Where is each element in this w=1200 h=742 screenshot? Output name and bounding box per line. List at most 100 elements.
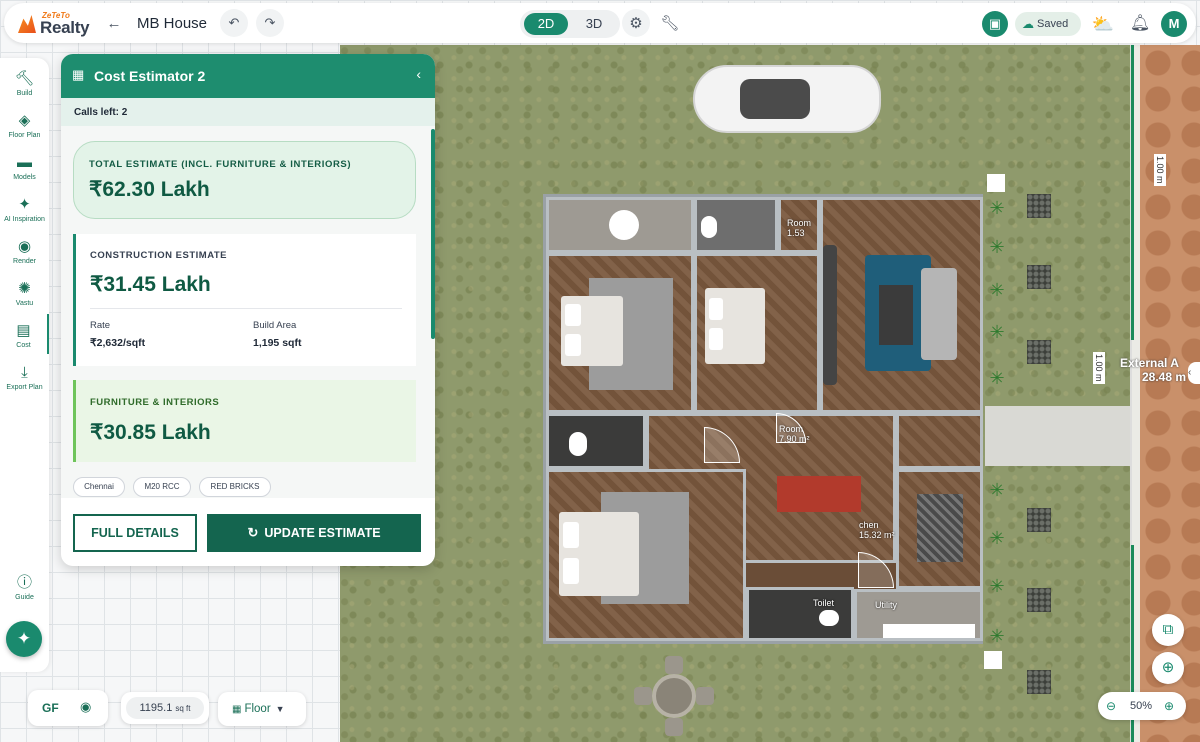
table-top [652, 674, 696, 718]
furniture-interiors-card: FURNITURE & INTERIORS ₹30.85 Lakh [73, 380, 416, 462]
pillow [709, 298, 723, 320]
chair [696, 687, 714, 705]
sparkle-icon: ✦ [18, 196, 31, 213]
total-estimate-label: TOTAL ESTIMATE (INCL. FURNITURE & INTERI… [89, 159, 352, 170]
pillow [563, 522, 579, 548]
shrub-icon[interactable]: ✳ [987, 198, 1007, 218]
toilet-bottom[interactable]: Toilet [746, 587, 854, 641]
shrub-icon[interactable]: ✳ [987, 237, 1007, 257]
full-details-button[interactable]: FULL DETAILS [73, 514, 197, 552]
sidebar-item-export-plan[interactable]: ⤓ Export Plan [0, 356, 49, 396]
back-button[interactable]: ← [100, 9, 128, 37]
shrub-icon[interactable]: ✳ [987, 322, 1007, 342]
zoom-in-icon: ⊕ [1164, 699, 1175, 713]
sidebar-item-models[interactable]: ▬ Models [0, 146, 49, 186]
toilet-fixture [569, 432, 587, 456]
redo-icon: ↷ [264, 15, 276, 30]
shrub-icon[interactable]: ✳ [987, 576, 1007, 596]
undo-button[interactable]: ↶ [220, 9, 248, 37]
sidebar-item-cost[interactable]: ▤ Cost [0, 314, 49, 354]
open-external-button[interactable]: ⧉ [1152, 614, 1184, 646]
balcony[interactable] [546, 197, 694, 253]
help-circle-icon: ⓘ [16, 574, 32, 591]
toilet-fixture [701, 216, 717, 238]
notifications-button[interactable]: 🔔︎ [1127, 11, 1153, 37]
floor-dropdown[interactable]: ▦ Floor ▼ [218, 692, 306, 726]
collapse-panel-button[interactable]: ‹ [416, 66, 421, 82]
pillow [565, 334, 581, 356]
shrub-icon[interactable]: ✳ [987, 528, 1007, 548]
planter[interactable] [1027, 670, 1051, 694]
view-mode-toggle: 2D 3D [520, 10, 620, 38]
visibility-toggle[interactable]: ◉ [80, 699, 91, 715]
room-small[interactable]: Room 1.53 [778, 197, 820, 253]
tag-structure: M20 RCC [133, 477, 191, 497]
update-estimate-button[interactable]: ↻ UPDATE ESTIMATE [207, 514, 421, 552]
sidebar-item-label: Build [16, 90, 33, 97]
panel-title: Cost Estimator 2 [94, 68, 206, 84]
tv-unit [823, 245, 837, 385]
shrub-icon[interactable]: ✳ [987, 280, 1007, 300]
planter[interactable] [1027, 265, 1051, 289]
floor-plan[interactable]: Room 1.53 Room 7.90 m² chen 15.32 m² Toi… [543, 194, 983, 644]
living-room[interactable] [820, 197, 983, 413]
user-avatar[interactable]: M [1161, 11, 1187, 37]
sidebar-item-label: AI Inspiration [4, 216, 45, 223]
bathroom-top[interactable] [694, 197, 778, 253]
construction-estimate-label: CONSTRUCTION ESTIMATE [90, 250, 227, 261]
sidebar-item-ai-inspiration[interactable]: ✦ AI Inspiration [0, 188, 49, 228]
light-post[interactable] [984, 651, 1002, 669]
utility-room[interactable]: Utility [854, 589, 983, 641]
kitchen[interactable]: chen 15.32 m² [859, 469, 983, 589]
tools-button[interactable]: 🔧︎ [656, 9, 684, 37]
sidebar-item-build[interactable]: 🔨︎ Build [0, 62, 49, 102]
shrub-icon[interactable]: ✳ [987, 480, 1007, 500]
right-panel-toggle[interactable]: ‹ [1188, 362, 1200, 384]
sidebar-item-label: Render [13, 258, 36, 265]
save-button[interactable]: ▣ [982, 11, 1008, 37]
view-2d-button[interactable]: 2D [524, 13, 568, 35]
furniture-value: ₹30.85 Lakh [90, 421, 211, 444]
bedroom-2[interactable] [694, 253, 820, 413]
bedroom-1[interactable] [546, 253, 694, 413]
planter[interactable] [1027, 340, 1051, 364]
planter[interactable] [1027, 588, 1051, 612]
sidebar-item-label: Export Plan [6, 384, 43, 391]
zoom-out-button[interactable]: ⊖ [1106, 692, 1116, 720]
settings-button[interactable]: ⚙ [622, 9, 650, 37]
brand-logo[interactable]: ZeTeTo Realty [18, 9, 94, 39]
outdoor-dining-set[interactable] [634, 656, 714, 736]
project-title[interactable]: MB House [137, 15, 207, 32]
weather-button[interactable]: ⛅ [1089, 11, 1117, 37]
rate-label: Rate [90, 320, 111, 331]
bedroom-3[interactable] [546, 469, 746, 641]
planter[interactable] [1027, 194, 1051, 218]
sofa-icon: ▬ [17, 154, 32, 171]
sidebar-item-vastu[interactable]: ✺ Vastu [0, 272, 49, 312]
coffee-table [879, 285, 913, 345]
sidebar-item-floor-plan[interactable]: ◈ Floor Plan [0, 104, 49, 144]
ai-assistant-button[interactable]: ✦ [6, 621, 42, 657]
shrub-icon[interactable]: ✳ [987, 368, 1007, 388]
redo-button[interactable]: ↷ [256, 9, 284, 37]
foyer[interactable] [896, 413, 983, 469]
recenter-button[interactable]: ⊕ [1152, 652, 1184, 684]
shrub-icon[interactable]: ✳ [987, 626, 1007, 646]
sidebar-item-guide[interactable]: ⓘ Guide [0, 566, 49, 606]
sidebar-item-render[interactable]: ◉ Render [0, 230, 49, 270]
divider [90, 308, 402, 309]
floor-dropdown-label: Floor [244, 703, 271, 715]
zoom-in-button[interactable]: ⊕ [1164, 692, 1174, 720]
external-area-value: 28.48 m [1142, 370, 1187, 384]
planter[interactable] [1027, 508, 1051, 532]
pillow [709, 328, 723, 350]
toilet-left[interactable] [546, 413, 646, 469]
zoom-control: ⊖ 50% ⊕ [1098, 692, 1186, 720]
scrollbar[interactable] [431, 129, 435, 339]
bed [559, 512, 639, 596]
zoom-level: 50% [1130, 700, 1153, 712]
light-post[interactable] [987, 174, 1005, 192]
view-3d-button[interactable]: 3D [572, 13, 616, 35]
floor-code[interactable]: GF [42, 701, 59, 715]
parked-car[interactable] [693, 65, 881, 133]
